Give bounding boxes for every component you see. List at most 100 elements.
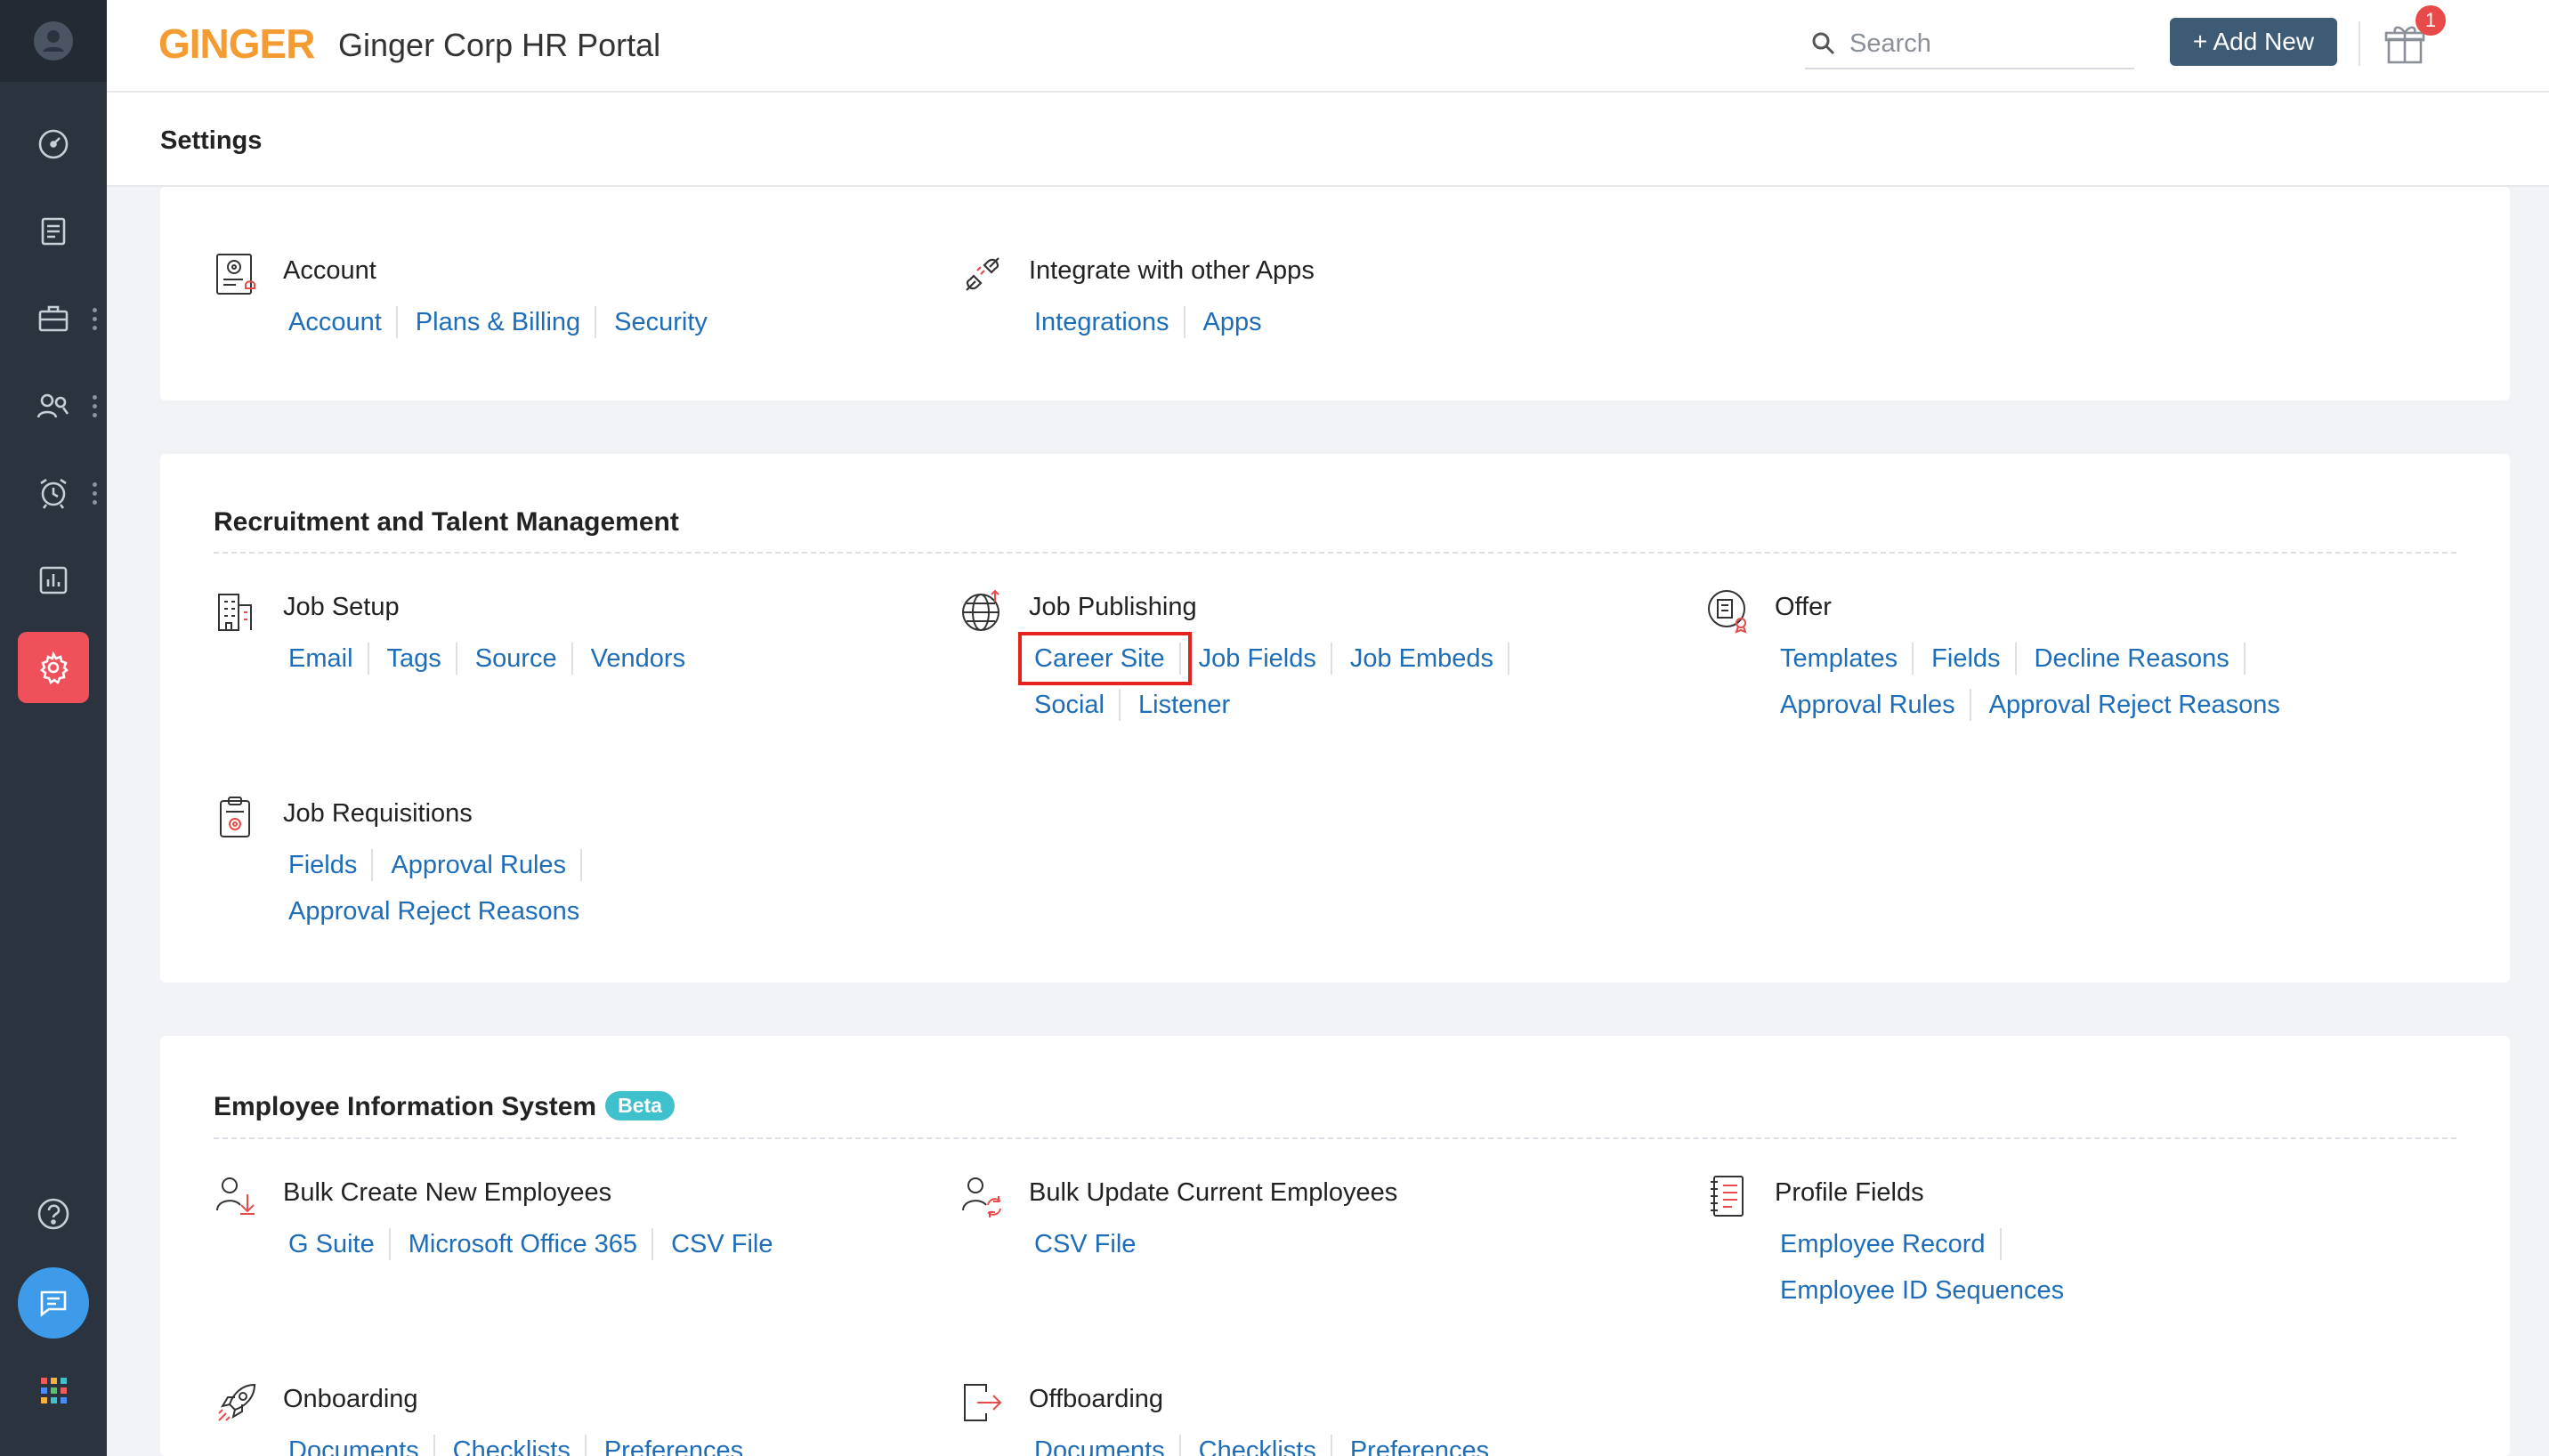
g-suite-link[interactable]: G Suite bbox=[283, 1228, 391, 1260]
portal-title: Ginger Corp HR Portal bbox=[338, 27, 661, 63]
recruitment-card: Recruitment and Talent Management Job Se… bbox=[160, 454, 2510, 983]
help-icon bbox=[37, 1198, 69, 1230]
user-sync-icon bbox=[962, 1177, 1001, 1217]
job-publishing-title: Job Publishing bbox=[1029, 593, 1197, 621]
sidebar-item-jobs[interactable] bbox=[18, 283, 89, 354]
header-divider bbox=[2359, 21, 2360, 66]
page-title: Settings bbox=[160, 126, 263, 155]
onboarding-documents-link[interactable]: Documents bbox=[283, 1435, 435, 1456]
plans-billing-link[interactable]: Plans & Billing bbox=[410, 306, 597, 338]
employee-record-link[interactable]: Employee Record bbox=[1775, 1228, 2002, 1260]
offer-fields-link[interactable]: Fields bbox=[1926, 643, 2017, 675]
briefcase-icon bbox=[38, 305, 69, 332]
add-new-button[interactable]: + Add New bbox=[2170, 18, 2337, 66]
security-link[interactable]: Security bbox=[609, 306, 722, 338]
templates-link[interactable]: Templates bbox=[1775, 643, 1914, 675]
search-placeholder: Search bbox=[1849, 28, 1931, 58]
vendors-link[interactable]: Vendors bbox=[586, 643, 700, 675]
brand-logo[interactable]: GINGER bbox=[158, 20, 315, 68]
job-embeds-link[interactable]: Job Embeds bbox=[1345, 643, 1510, 675]
plug-icon bbox=[966, 257, 999, 291]
sidebar bbox=[0, 0, 107, 1456]
onboarding-preferences-link[interactable]: Preferences bbox=[599, 1435, 757, 1456]
offer-title: Offer bbox=[1775, 593, 1832, 621]
sidebar-item-settings[interactable] bbox=[18, 632, 89, 703]
beta-badge: Beta bbox=[605, 1091, 675, 1120]
profile-fields-links: Employee Record Employee ID Sequences bbox=[1775, 1221, 2487, 1314]
employee-section-title: Employee Information System Beta bbox=[214, 1091, 675, 1122]
sidebar-item-dashboard[interactable] bbox=[18, 109, 89, 180]
offer-approval-reject-reasons-link[interactable]: Approval Reject Reasons bbox=[1984, 689, 2294, 721]
user-add-icon bbox=[216, 1177, 255, 1215]
globe-icon bbox=[962, 589, 999, 631]
tags-link[interactable]: Tags bbox=[382, 643, 457, 675]
people-icon bbox=[36, 393, 69, 418]
sidebar-candidates-more-icon[interactable] bbox=[93, 395, 98, 422]
account-settings-icon bbox=[216, 254, 255, 295]
sidebar-item-requisitions[interactable] bbox=[18, 196, 89, 267]
bulk-create-links: G Suite Microsoft Office 365 CSV File bbox=[283, 1221, 995, 1267]
profile-fields-title: Profile Fields bbox=[1775, 1178, 1924, 1207]
bar-chart-icon bbox=[39, 566, 68, 595]
section-divider bbox=[214, 552, 2456, 554]
sidebar-item-apps[interactable] bbox=[18, 1355, 89, 1426]
apps-link[interactable]: Apps bbox=[1198, 306, 1276, 338]
recruitment-section-title: Recruitment and Talent Management bbox=[214, 507, 679, 537]
account-card: Account Account Plans & Billing Security… bbox=[160, 187, 2510, 400]
email-link[interactable]: Email bbox=[283, 643, 369, 675]
job-fields-link[interactable]: Job Fields bbox=[1194, 643, 1332, 675]
integrate-links: Integrations Apps bbox=[1029, 299, 1741, 345]
speedometer-icon bbox=[38, 129, 69, 159]
offboarding-preferences-link[interactable]: Preferences bbox=[1345, 1435, 1503, 1456]
update-csv-file-link[interactable]: CSV File bbox=[1029, 1228, 1150, 1260]
employee-id-sequences-link[interactable]: Employee ID Sequences bbox=[1775, 1274, 2078, 1306]
create-csv-file-link[interactable]: CSV File bbox=[666, 1228, 787, 1260]
sidebar-item-help[interactable] bbox=[18, 1178, 89, 1250]
microsoft-office-365-link[interactable]: Microsoft Office 365 bbox=[403, 1228, 654, 1260]
requisition-fields-link[interactable]: Fields bbox=[283, 849, 374, 881]
building-icon bbox=[218, 594, 252, 631]
employee-title-text: Employee Information System bbox=[214, 1092, 597, 1121]
account-link[interactable]: Account bbox=[283, 306, 398, 338]
alarm-clock-icon bbox=[40, 478, 67, 509]
offboarding-checklists-link[interactable]: Checklists bbox=[1194, 1435, 1332, 1456]
job-setup-title: Job Setup bbox=[283, 593, 400, 621]
listener-link[interactable]: Listener bbox=[1133, 689, 1244, 721]
job-publishing-links: Career Site Job Fields Job Embeds Social… bbox=[1018, 632, 1741, 728]
gear-icon bbox=[40, 651, 69, 685]
decline-reasons-link[interactable]: Decline Reasons bbox=[2029, 643, 2246, 675]
sidebar-item-candidates[interactable] bbox=[18, 370, 89, 441]
integrate-title: Integrate with other Apps bbox=[1029, 256, 1315, 285]
sidebar-item-reports[interactable] bbox=[18, 545, 89, 616]
exit-icon bbox=[964, 1384, 1002, 1421]
sidebar-logo[interactable] bbox=[0, 0, 107, 82]
career-site-link[interactable]: Career Site bbox=[1018, 632, 1192, 685]
requisition-approval-rules-link[interactable]: Approval Rules bbox=[385, 849, 583, 881]
offer-links: Templates Fields Decline Reasons Approva… bbox=[1775, 635, 2487, 728]
search-icon bbox=[1812, 32, 1835, 55]
offboarding-documents-link[interactable]: Documents bbox=[1029, 1435, 1181, 1456]
requisition-approval-reject-reasons-link[interactable]: Approval Reject Reasons bbox=[283, 895, 594, 927]
document-list-icon bbox=[41, 217, 66, 246]
offboarding-links: Documents Checklists Preferences bbox=[1029, 1428, 1741, 1456]
job-requisitions-title: Job Requisitions bbox=[283, 799, 473, 828]
chat-button[interactable] bbox=[18, 1267, 89, 1339]
integrations-link[interactable]: Integrations bbox=[1029, 306, 1185, 338]
bulk-create-title: Bulk Create New Employees bbox=[283, 1178, 612, 1207]
onboarding-links: Documents Checklists Preferences bbox=[283, 1428, 995, 1456]
top-header: GINGER Ginger Corp HR Portal Search + Ad… bbox=[107, 0, 2549, 93]
offer-approval-rules-link[interactable]: Approval Rules bbox=[1775, 689, 1971, 721]
account-title: Account bbox=[283, 256, 376, 285]
search-input[interactable]: Search bbox=[1805, 20, 2134, 69]
sidebar-item-interviews[interactable] bbox=[18, 457, 89, 529]
source-link[interactable]: Source bbox=[470, 643, 573, 675]
employee-card: Employee Information System Beta Bulk Cre… bbox=[160, 1036, 2510, 1456]
sidebar-jobs-more-icon[interactable] bbox=[93, 308, 98, 335]
bulk-update-links: CSV File bbox=[1029, 1221, 1741, 1267]
section-divider bbox=[214, 1137, 2456, 1139]
social-link[interactable]: Social bbox=[1029, 689, 1121, 721]
sidebar-interviews-more-icon[interactable] bbox=[93, 482, 98, 509]
job-requisitions-links: Fields Approval Rules Approval Reject Re… bbox=[283, 842, 995, 934]
apps-grid-icon bbox=[41, 1378, 67, 1403]
onboarding-checklists-link[interactable]: Checklists bbox=[448, 1435, 587, 1456]
